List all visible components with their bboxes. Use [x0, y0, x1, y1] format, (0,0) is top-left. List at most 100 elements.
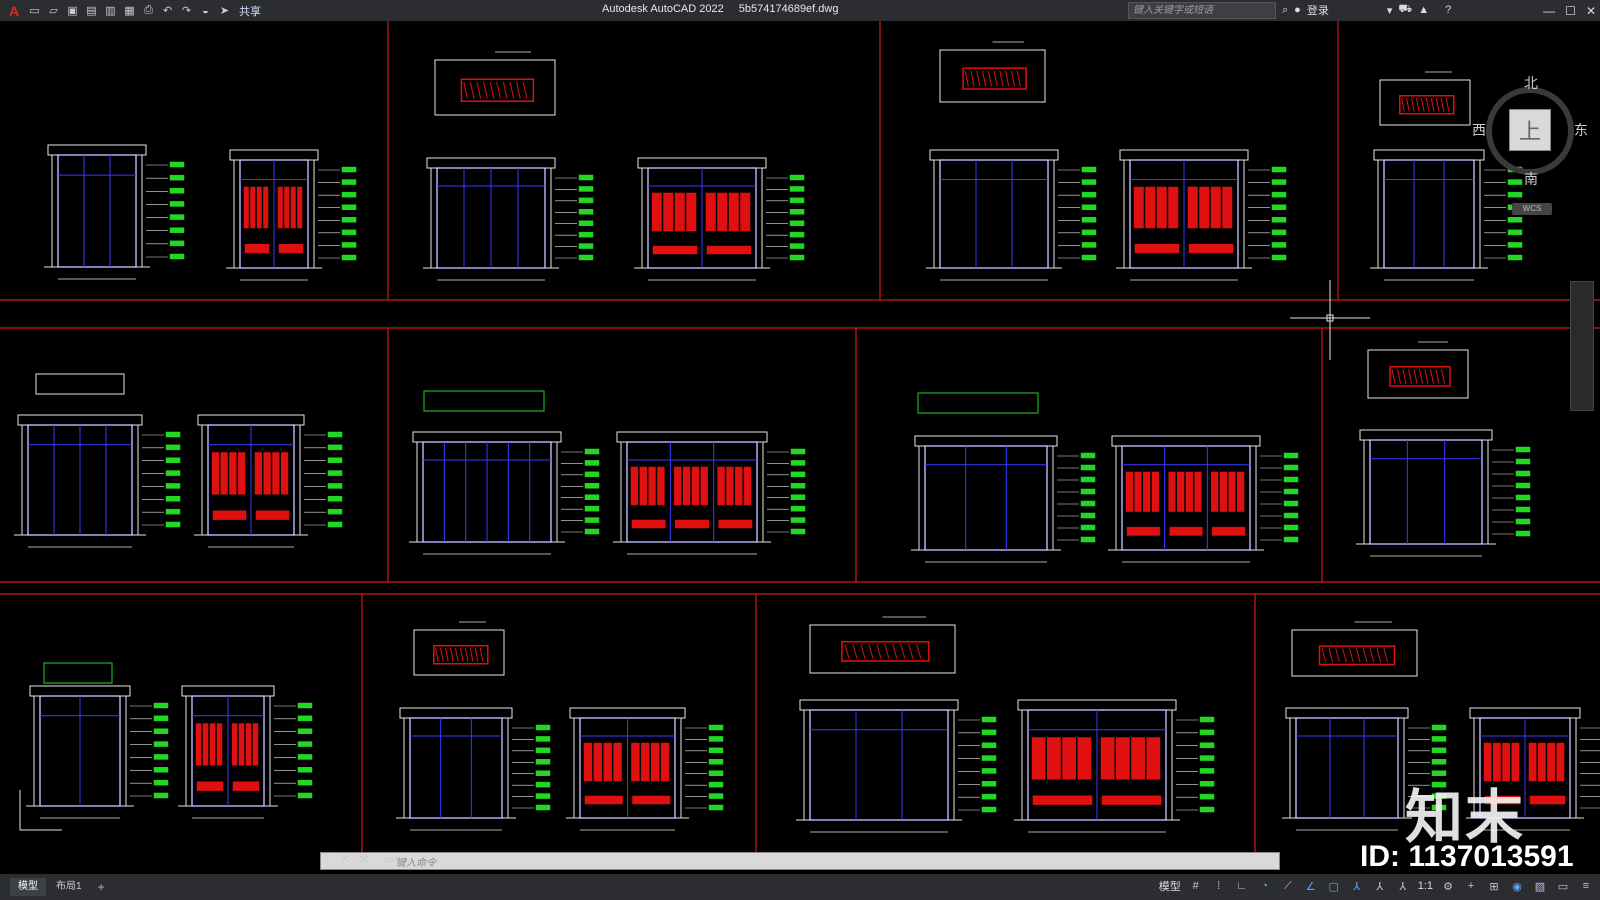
tab-layout1[interactable]: 布局1	[48, 878, 90, 896]
print-icon[interactable]: ⎙	[140, 2, 157, 19]
plan-hanger	[522, 81, 528, 99]
help-icon[interactable]: ?	[1445, 4, 1451, 16]
compass-east[interactable]: 东	[1574, 120, 1588, 140]
wall-hatch	[263, 695, 271, 807]
dimension-tag	[1515, 506, 1531, 513]
grid-icon[interactable]: #	[1188, 878, 1204, 894]
dimension-tag	[708, 747, 724, 754]
command-input[interactable]: 键入命令	[396, 854, 436, 869]
menu-icon[interactable]: ≡	[1578, 878, 1594, 894]
wall-hatch	[1289, 717, 1297, 819]
hanging-clothes	[1194, 471, 1202, 512]
chevron-down-icon[interactable]: ▾	[1387, 4, 1393, 17]
minimize-icon[interactable]: —	[1543, 4, 1555, 18]
ceiling-line	[616, 431, 768, 443]
clean-screen-icon[interactable]: ▭	[1555, 878, 1571, 894]
plan-hanger	[1408, 369, 1412, 384]
hanging-clothes	[209, 723, 216, 766]
dimension-tag	[790, 471, 806, 478]
wall-hatch	[135, 154, 143, 268]
isolate-icon[interactable]: ◉	[1509, 878, 1525, 894]
ceiling-line	[426, 157, 556, 169]
compass-west[interactable]: 西	[1472, 120, 1486, 140]
navigation-bar[interactable]	[1570, 281, 1594, 411]
save-web-icon[interactable]: ▦	[121, 2, 138, 19]
viewcube[interactable]: 上 北 南 西 东	[1472, 75, 1588, 187]
plus-icon[interactable]: +	[1463, 878, 1479, 894]
autocad-logo-icon[interactable]: A	[4, 2, 24, 19]
hanging-clothes	[603, 742, 612, 782]
object-snap-icon[interactable]: ▢	[1326, 878, 1342, 894]
dimension-tag	[708, 781, 724, 788]
compass-north[interactable]: 北	[1524, 73, 1538, 93]
hanging-clothes	[277, 186, 283, 229]
command-line[interactable]	[320, 852, 1280, 870]
dimension-tag	[981, 729, 997, 736]
dimension-tag	[708, 804, 724, 811]
user-icon[interactable]: ●	[1294, 4, 1301, 16]
scale-dropdown[interactable]: 1:1	[1418, 880, 1433, 892]
wall-hatch	[119, 695, 127, 807]
drawing-canvas[interactable]: 上 北 南 西 东 WCS	[0, 21, 1600, 856]
snap-icon[interactable]: ⁞	[1211, 878, 1227, 894]
polar-icon[interactable]: ◔	[1257, 878, 1273, 894]
viewcube-top-face[interactable]: 上	[1509, 109, 1551, 151]
dimension-tag	[1199, 806, 1215, 813]
workspace-icon[interactable]: ◒	[197, 2, 214, 19]
wall-hatch	[403, 717, 411, 819]
shoes-block	[1188, 243, 1234, 254]
annotation-visibility-icon[interactable]: ⅄	[1349, 878, 1365, 894]
share-icon[interactable]: ➤	[216, 2, 233, 19]
dimension-tag	[165, 470, 181, 476]
customize-icon[interactable]: ⚒	[358, 852, 369, 866]
units-icon[interactable]: ⊞	[1486, 878, 1502, 894]
dimension-tag	[1081, 242, 1097, 248]
tab-model[interactable]: 模型	[10, 878, 46, 896]
wcs-menu[interactable]: WCS	[1512, 203, 1552, 215]
new-file-icon[interactable]: ▭	[26, 2, 43, 19]
compass-south[interactable]: 南	[1524, 169, 1538, 189]
plan-hanger	[987, 70, 992, 87]
save-icon[interactable]: ▣	[64, 2, 81, 19]
wall-hatch	[33, 695, 41, 807]
gear-icon[interactable]: ⚙	[1440, 878, 1456, 894]
plan-hanger	[1355, 648, 1361, 663]
ceiling-line	[229, 149, 319, 161]
autodesk-app-icon[interactable]: ▲	[1418, 4, 1429, 16]
grip-icon[interactable]: ⋮	[320, 852, 332, 866]
isodraft-icon[interactable]: ⟋	[1280, 878, 1296, 894]
annotation-scale-icon[interactable]: ⅄	[1395, 878, 1411, 894]
login-button[interactable]: 登录	[1307, 2, 1329, 18]
plan-hanger	[1406, 97, 1410, 112]
dimension-tag	[535, 770, 551, 776]
dimension-tag	[297, 792, 313, 799]
plan-outline	[413, 629, 505, 676]
ortho-icon[interactable]: ∟	[1234, 878, 1250, 894]
close-icon[interactable]: ✕	[1586, 4, 1596, 18]
add-layout-icon[interactable]: +	[92, 880, 111, 894]
open-web-icon[interactable]: ▥	[102, 2, 119, 19]
close-command-icon[interactable]: ✕	[340, 852, 350, 866]
save-as-icon[interactable]: ▤	[83, 2, 100, 19]
hardware-accel-icon[interactable]: ▧	[1532, 878, 1548, 894]
dimension-tag	[535, 781, 551, 788]
auto-scale-icon[interactable]: ⅄	[1372, 878, 1388, 894]
wall-hatch	[131, 424, 139, 536]
search-input[interactable]: 键入关键字或短语	[1128, 2, 1276, 19]
dimension-tag	[327, 508, 343, 515]
undo-icon[interactable]: ↶	[159, 2, 176, 19]
shoes-block	[212, 510, 247, 520]
object-snap-tracking-icon[interactable]: ∠	[1303, 878, 1319, 894]
dimension-tag	[789, 174, 805, 181]
redo-icon[interactable]: ↷	[178, 2, 195, 19]
plan-hanger	[464, 647, 469, 662]
share-button[interactable]: 共享	[239, 3, 261, 19]
maximize-icon[interactable]: ☐	[1565, 4, 1576, 18]
open-file-icon[interactable]: ▱	[45, 2, 62, 19]
cart-icon[interactable]: ⛟	[1398, 3, 1412, 17]
search-icon[interactable]: ⌕	[1282, 4, 1288, 17]
dimension-tag	[535, 724, 551, 731]
dimension-tag	[584, 471, 600, 478]
plan-hanger	[868, 644, 874, 659]
model-space-button[interactable]: 模型	[1159, 878, 1181, 894]
